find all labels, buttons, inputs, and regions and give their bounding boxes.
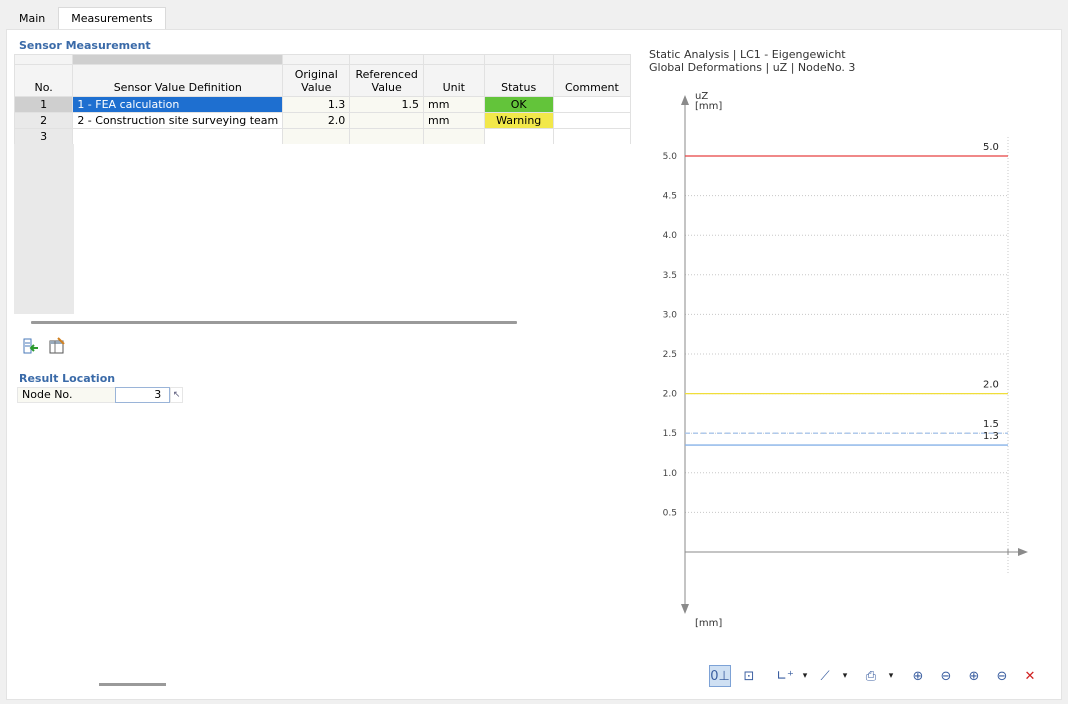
y-tick-label: 3.5 <box>663 271 677 281</box>
horizontal-scrollbar[interactable] <box>99 683 166 686</box>
tab-main[interactable]: Main <box>6 7 58 29</box>
status-badge-warning: Warning <box>483 112 554 129</box>
series-label: 1.5 <box>983 419 999 430</box>
series-label: 1.3 <box>983 431 999 442</box>
row-number[interactable]: 1 <box>13 96 74 113</box>
zoom-in-icon[interactable]: ⊕ <box>907 665 929 687</box>
status-cell <box>483 128 554 145</box>
status-badge-ok: OK <box>483 96 554 113</box>
header-row: No. Sensor Value Definition Original Valu… <box>13 64 632 97</box>
table-row[interactable]: 1 1 - FEA calculation 1.3 1.5 mm OK <box>13 96 632 113</box>
y-tick-label: 3.0 <box>663 310 678 320</box>
sensor-table: No. Sensor Value Definition Original Valu… <box>13 54 632 145</box>
col-header-unit[interactable]: Unit <box>423 64 485 97</box>
table-row[interactable]: 3 <box>13 128 632 145</box>
unit-cell: mm <box>423 96 485 113</box>
zoom-out-icon[interactable]: ⊖ <box>935 665 957 687</box>
y-tick-label: 4.5 <box>663 192 677 202</box>
sensor-measurement-panel: Sensor Measurement No. Sensor Value Defi… <box>13 37 632 325</box>
result-location-title: Result Location <box>19 372 116 385</box>
y-tick-label: 1.5 <box>663 429 677 439</box>
chart-toolbar: 0⊥ ⊡ ∟⁺ ▾ ⟋ ▾ ⎙ ▾ ⊕ ⊖ ⊕ ⊖ ✕ <box>641 665 1056 689</box>
definition-cell[interactable] <box>72 128 284 145</box>
node-label: Node No. <box>17 387 116 403</box>
axis-origin-icon[interactable]: 0⊥ <box>709 665 731 687</box>
tab-measurements[interactable]: Measurements <box>58 7 166 29</box>
zoom-in-y-icon[interactable]: ⊕ <box>963 665 985 687</box>
row-number[interactable]: 2 <box>13 112 74 129</box>
reset-zoom-icon[interactable]: ✕ <box>1019 665 1041 687</box>
result-location-panel: Result Location Node No. 3 ↖ <box>14 370 183 686</box>
table-row[interactable]: 2 2 - Construction site surveying team 2… <box>13 112 632 129</box>
y-tick-label: 5.0 <box>663 152 678 162</box>
col-header-original-line1: Original <box>294 68 338 81</box>
col-header-original[interactable]: Original Value <box>282 64 351 97</box>
table-toolbar <box>14 332 631 360</box>
comment-cell[interactable] <box>552 128 632 145</box>
app-window: Main Measurements Sensor Measurement No.… <box>0 0 1068 704</box>
comment-cell[interactable] <box>552 112 632 129</box>
definition-cell[interactable]: 1 - FEA calculation <box>72 96 284 113</box>
unit-cell: mm <box>423 112 485 129</box>
col-header-referenced-line1: Referenced <box>355 68 418 81</box>
table-empty-area <box>14 144 631 314</box>
referenced-value-cell[interactable] <box>349 112 424 129</box>
deformation-chart[interactable]: 5.04.54.03.53.02.52.01.51.00.5uZ[mm][mm]… <box>641 37 1056 657</box>
line-style-icon[interactable]: ⟋ <box>813 665 837 687</box>
horizontal-scrollbar[interactable] <box>31 321 517 324</box>
x-axis-unit: [mm] <box>695 618 722 629</box>
tab-bar: Main Measurements <box>6 7 166 29</box>
definition-cell[interactable]: 2 - Construction site surveying team <box>72 112 284 129</box>
empty-panel <box>193 370 631 692</box>
col-header-comment[interactable]: Comment <box>552 64 632 97</box>
row-header-filler <box>14 144 74 314</box>
y-tick-label: 2.0 <box>663 390 678 400</box>
col-header-definition[interactable]: Sensor Value Definition <box>72 64 284 97</box>
col-header-referenced[interactable]: Referenced Value <box>349 64 424 97</box>
comment-cell[interactable] <box>552 96 632 113</box>
zoom-out-y-icon[interactable]: ⊖ <box>991 665 1013 687</box>
chevron-down-icon[interactable]: ▾ <box>799 665 811 687</box>
sensor-measurement-title: Sensor Measurement <box>14 37 631 54</box>
series-label: 5.0 <box>983 142 999 153</box>
print-icon[interactable]: ⎙ <box>859 665 883 687</box>
import-icon[interactable] <box>20 335 42 357</box>
chevron-down-icon[interactable]: ▾ <box>839 665 851 687</box>
edit-table-icon[interactable] <box>46 335 68 357</box>
original-value-cell[interactable]: 2.0 <box>282 112 351 129</box>
chevron-down-icon[interactable]: ▾ <box>885 665 897 687</box>
unit-cell <box>423 128 485 145</box>
y-tick-label: 1.0 <box>663 469 678 479</box>
y-axis-unit: [mm] <box>695 101 722 112</box>
y-axis-arrow-down <box>681 604 689 614</box>
frame-icon[interactable]: ⊡ <box>738 665 760 687</box>
node-number-input[interactable]: 3 <box>115 387 171 403</box>
original-value-cell[interactable] <box>282 128 351 145</box>
axis-add-icon[interactable]: ∟⁺ <box>773 665 797 687</box>
y-axis-arrow-up <box>681 95 689 105</box>
node-row: Node No. 3 ↖ <box>17 387 183 403</box>
x-axis-arrow <box>1018 548 1028 556</box>
col-header-no[interactable]: No. <box>13 64 74 97</box>
header-band <box>13 54 632 65</box>
y-tick-label: 4.0 <box>663 231 678 241</box>
series-label: 2.0 <box>983 380 999 391</box>
chart-panel: Static Analysis | LC1 - Eigengewicht Glo… <box>641 37 1056 693</box>
pick-node-icon[interactable]: ↖ <box>170 387 183 403</box>
y-tick-label: 0.5 <box>663 508 677 518</box>
original-value-cell[interactable]: 1.3 <box>282 96 351 113</box>
row-number[interactable]: 3 <box>13 128 74 145</box>
referenced-value-cell[interactable]: 1.5 <box>349 96 424 113</box>
col-header-status[interactable]: Status <box>483 64 554 97</box>
col-header-original-line2: Value <box>301 81 332 94</box>
y-tick-label: 2.5 <box>663 350 677 360</box>
referenced-value-cell[interactable] <box>349 128 424 145</box>
col-header-referenced-line2: Value <box>371 81 402 94</box>
